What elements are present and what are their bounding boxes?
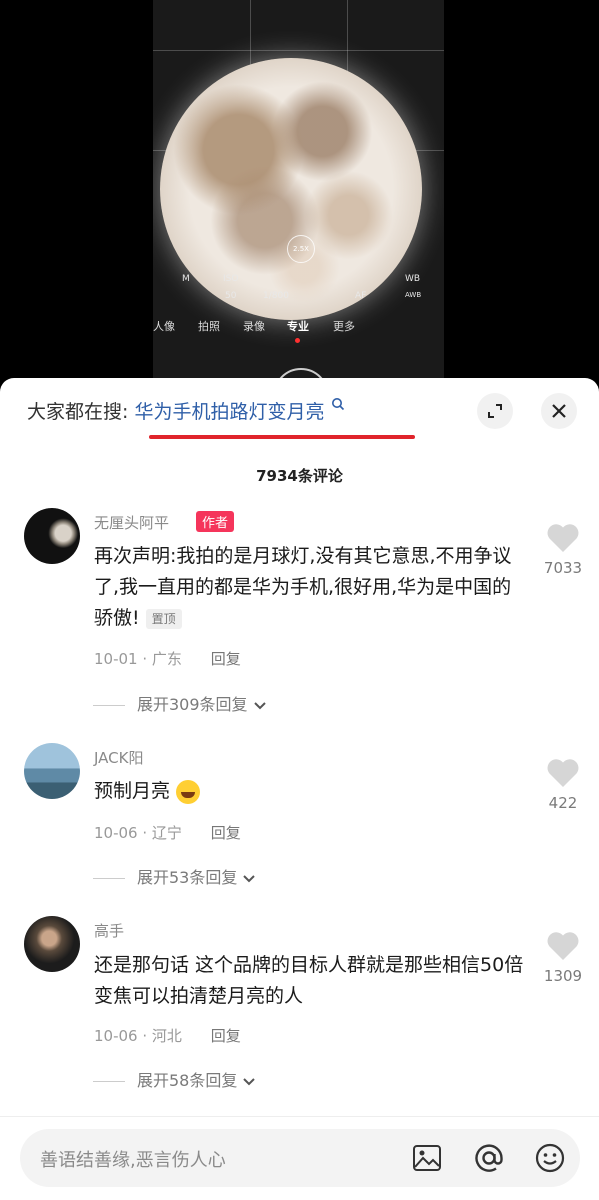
image-button[interactable]: [410, 1141, 444, 1175]
camera-mode-bar: 人像 拍照 录像 专业 更多: [153, 318, 444, 338]
divider: [93, 1081, 125, 1082]
camera-mode-item: 拍照: [198, 320, 220, 333]
camera-mode-label: M: [182, 274, 190, 284]
image-icon: [413, 1145, 441, 1171]
comment-text[interactable]: 还是那句话 这个品牌的目标人群就是那些相信50倍变焦可以拍清楚月亮的人: [94, 950, 524, 1012]
like-button[interactable]: 7033: [540, 523, 586, 577]
search-icon: [331, 397, 345, 415]
close-icon: [552, 404, 566, 418]
trending-search-query[interactable]: 华为手机拍路灯变月亮: [134, 401, 324, 423]
emoji-button[interactable]: [533, 1141, 567, 1175]
camera-mode-item: 人像: [153, 320, 175, 333]
moon-image: [160, 58, 422, 320]
comment-input-bar[interactable]: 善语结善缘,恶言伤人心: [20, 1129, 580, 1187]
chevron-down-icon: [243, 874, 256, 882]
reply-button[interactable]: 回复: [211, 650, 241, 668]
trending-search[interactable]: 大家都在搜: 华为手机拍路灯变月亮: [27, 397, 345, 427]
comment-meta: 10-06 · 辽宁 回复: [94, 822, 241, 843]
mention-button[interactable]: [472, 1141, 506, 1175]
expand-replies-button[interactable]: 展开58条回复: [93, 1067, 256, 1091]
divider: [93, 705, 125, 706]
comment-location: 河北: [151, 1027, 182, 1045]
comment-sheet: 大家都在搜: 华为手机拍路灯变月亮 7934条评论 无厘头阿平 作者 再次声明:…: [0, 378, 599, 1200]
reply-button[interactable]: 回复: [211, 1027, 241, 1045]
avatar[interactable]: [24, 743, 80, 799]
video-player[interactable]: 2.5X M ISO 50 1/800 AF WB AWB 人像 拍照 录像 专…: [0, 0, 599, 400]
heart-icon: [547, 759, 579, 787]
comment-date: 10-06: [94, 824, 138, 842]
zoom-badge: 2.5X: [287, 235, 315, 263]
expand-replies-label: 展开309条回复: [137, 695, 248, 714]
pinned-badge: 置顶: [145, 608, 182, 629]
at-icon: [475, 1144, 503, 1172]
expand-replies-label: 展开58条回复: [137, 1071, 238, 1090]
heart-icon: [547, 524, 579, 552]
expand-button[interactable]: [477, 393, 513, 429]
comment-text-content: 还是那句话 这个品牌的目标人群就是那些相信50倍变焦可以拍清楚月亮的人: [94, 954, 524, 1007]
comment-date: 10-01: [94, 650, 138, 668]
divider: [0, 1116, 599, 1117]
divider: [93, 878, 125, 879]
expand-replies-label: 展开53条回复: [137, 868, 238, 887]
comment-location: 辽宁: [151, 824, 182, 842]
expand-replies-button[interactable]: 展开309条回复: [93, 691, 267, 715]
expand-replies-button[interactable]: 展开53条回复: [93, 864, 256, 888]
comment-username[interactable]: JACK阳: [94, 747, 143, 768]
avatar[interactable]: [24, 916, 80, 972]
comment-username[interactable]: 高手: [94, 920, 124, 941]
reply-button[interactable]: 回复: [211, 824, 241, 842]
camera-iso-value: 50: [225, 291, 237, 301]
like-count: 7033: [543, 559, 583, 577]
heart-icon: [547, 932, 579, 960]
comment-date: 10-06: [94, 1027, 138, 1045]
close-button[interactable]: [541, 393, 577, 429]
comment-location: 广东: [151, 650, 182, 668]
comment-meta: 10-06 · 河北 回复: [94, 1025, 241, 1046]
trending-search-prefix: 大家都在搜:: [27, 401, 129, 423]
meta-separator: ·: [142, 1027, 152, 1045]
active-mode-dot: [295, 338, 300, 343]
chevron-down-icon: [243, 1077, 256, 1085]
laughing-emoji-icon: [176, 779, 201, 804]
comment-text[interactable]: 预制月亮: [94, 776, 524, 807]
camera-mode-item-active: 专业: [287, 320, 309, 333]
grid-line: [153, 50, 444, 51]
like-count: 422: [548, 794, 578, 812]
chevron-down-icon: [253, 701, 266, 709]
camera-af-label: AF: [355, 291, 367, 301]
camera-wb-label: WB: [405, 274, 421, 284]
smiley-icon: [535, 1143, 565, 1173]
comment-text-content: 预制月亮: [94, 780, 171, 802]
comment-text[interactable]: 再次声明:我拍的是月球灯,没有其它意思,不用争议了,我一直用的都是华为手机,很好…: [94, 541, 524, 634]
author-badge: 作者: [196, 511, 235, 532]
camera-iso-label: ISO: [223, 274, 239, 284]
like-button[interactable]: 422: [540, 758, 586, 812]
camera-shutter-value: 1/800: [263, 291, 289, 301]
camera-mode-item: 录像: [243, 320, 265, 333]
like-button[interactable]: 1309: [540, 931, 586, 985]
video-frame: 2.5X M ISO 50 1/800 AF WB AWB 人像 拍照 录像 专…: [153, 0, 444, 400]
avatar[interactable]: [24, 508, 80, 564]
comment-username[interactable]: 无厘头阿平: [94, 512, 169, 533]
meta-separator: ·: [142, 650, 152, 668]
like-count: 1309: [543, 967, 583, 985]
search-underline: [149, 435, 415, 439]
camera-awb-value: AWB: [405, 291, 422, 299]
comment-input-placeholder[interactable]: 善语结善缘,恶言伤人心: [40, 1146, 226, 1172]
expand-icon: [488, 404, 502, 418]
comment-meta: 10-01 · 广东 回复: [94, 648, 241, 669]
meta-separator: ·: [142, 824, 152, 842]
camera-mode-item: 更多: [333, 320, 355, 333]
comment-count-title: 7934条评论: [256, 467, 343, 485]
